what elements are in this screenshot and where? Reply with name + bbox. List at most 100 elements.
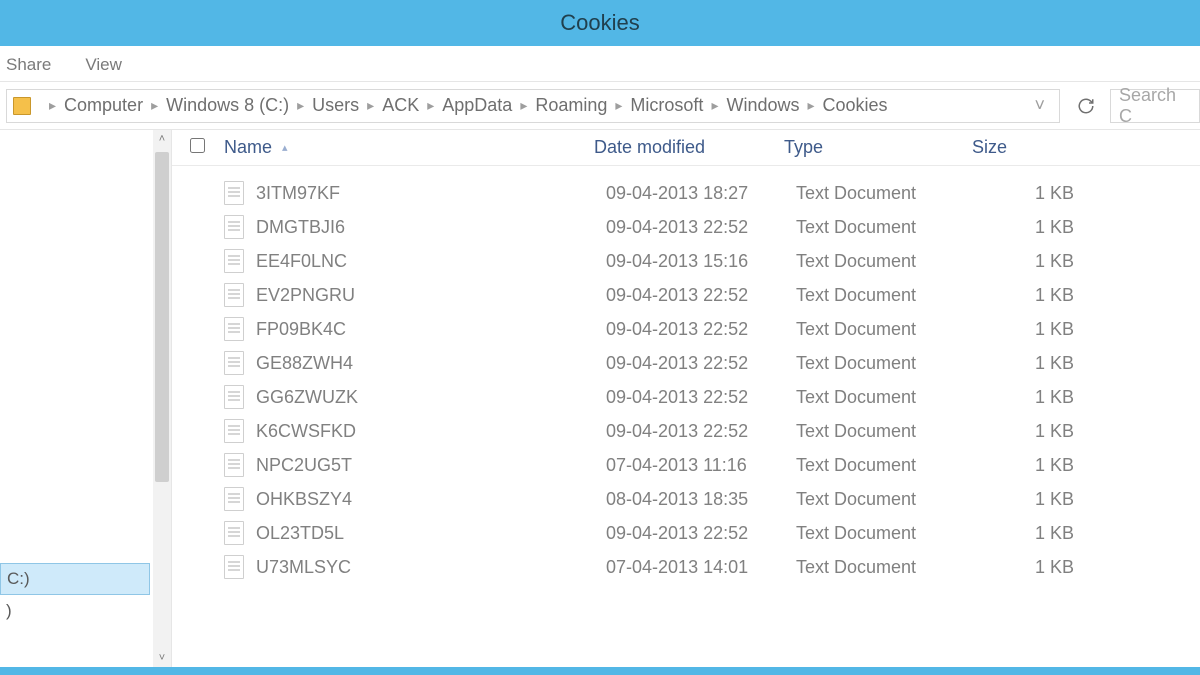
file-size: 1 KB xyxy=(984,183,1074,204)
folder-icon xyxy=(13,97,31,115)
chevron-right-icon[interactable]: ▸ xyxy=(367,97,374,114)
nav-item-label: C:) xyxy=(7,569,30,589)
text-file-icon xyxy=(224,555,244,579)
crumb-drive[interactable]: Windows 8 (C:) xyxy=(166,95,289,116)
text-file-icon xyxy=(224,419,244,443)
file-size: 1 KB xyxy=(984,489,1074,510)
file-type: Text Document xyxy=(796,489,984,510)
chevron-right-icon[interactable]: ▸ xyxy=(297,97,304,114)
file-size: 1 KB xyxy=(984,319,1074,340)
file-type: Text Document xyxy=(796,217,984,238)
file-row[interactable]: OHKBSZY408-04-2013 18:35Text Document1 K… xyxy=(172,482,1200,516)
file-type: Text Document xyxy=(796,319,984,340)
file-type: Text Document xyxy=(796,421,984,442)
refresh-icon xyxy=(1077,97,1095,115)
sort-asc-icon: ▴ xyxy=(282,141,288,154)
chevron-right-icon[interactable]: ▸ xyxy=(427,97,434,114)
column-header-date[interactable]: Date modified xyxy=(594,137,784,158)
ribbon-tabs: Share View xyxy=(0,46,1200,82)
body-area: C:) ) ˄ ˅ Name ▴ Date modified Type xyxy=(0,130,1200,667)
file-row[interactable]: GE88ZWH409-04-2013 22:52Text Document1 K… xyxy=(172,346,1200,380)
scroll-down-icon[interactable]: ˅ xyxy=(153,649,171,667)
file-type: Text Document xyxy=(796,251,984,272)
chevron-right-icon[interactable]: ▸ xyxy=(151,97,158,114)
file-date: 09-04-2013 22:52 xyxy=(606,421,796,442)
file-row[interactable]: GG6ZWUZK09-04-2013 22:52Text Document1 K… xyxy=(172,380,1200,414)
chevron-right-icon[interactable]: ▸ xyxy=(615,97,622,114)
chevron-right-icon[interactable]: ▸ xyxy=(711,97,718,114)
file-date: 09-04-2013 22:52 xyxy=(606,353,796,374)
text-file-icon xyxy=(224,317,244,341)
file-list[interactable]: 3ITM97KF09-04-2013 18:27Text Document1 K… xyxy=(172,166,1200,667)
crumb-ack[interactable]: ACK xyxy=(382,95,419,116)
file-name: GE88ZWH4 xyxy=(256,353,606,374)
file-row[interactable]: 3ITM97KF09-04-2013 18:27Text Document1 K… xyxy=(172,176,1200,210)
columns-header: Name ▴ Date modified Type Size xyxy=(172,130,1200,166)
file-row[interactable]: OL23TD5L09-04-2013 22:52Text Document1 K… xyxy=(172,516,1200,550)
text-file-icon xyxy=(224,249,244,273)
nav-scrollbar[interactable]: ˄ ˅ xyxy=(153,130,171,667)
ribbon-tab-share[interactable]: Share xyxy=(6,55,51,81)
crumb-roaming[interactable]: Roaming xyxy=(535,95,607,116)
column-header-name[interactable]: Name ▴ xyxy=(224,137,594,158)
ribbon-tab-view[interactable]: View xyxy=(85,55,122,81)
file-size: 1 KB xyxy=(984,421,1074,442)
chevron-right-icon[interactable]: ▸ xyxy=(520,97,527,114)
file-size: 1 KB xyxy=(984,455,1074,476)
crumb-microsoft[interactable]: Microsoft xyxy=(630,95,703,116)
file-type: Text Document xyxy=(796,387,984,408)
file-name: OL23TD5L xyxy=(256,523,606,544)
crumb-computer[interactable]: Computer xyxy=(64,95,143,116)
scroll-up-icon[interactable]: ˄ xyxy=(153,130,171,148)
file-date: 09-04-2013 22:52 xyxy=(606,285,796,306)
file-name: OHKBSZY4 xyxy=(256,489,606,510)
address-bar[interactable]: ▸ Computer ▸ Windows 8 (C:) ▸ Users ▸ AC… xyxy=(6,89,1060,123)
file-date: 09-04-2013 22:52 xyxy=(606,523,796,544)
navigation-pane[interactable]: C:) ) ˄ ˅ xyxy=(0,130,172,667)
file-row[interactable]: U73MLSYC07-04-2013 14:01Text Document1 K… xyxy=(172,550,1200,584)
file-row[interactable]: K6CWSFKD09-04-2013 22:52Text Document1 K… xyxy=(172,414,1200,448)
file-row[interactable]: FP09BK4C09-04-2013 22:52Text Document1 K… xyxy=(172,312,1200,346)
chevron-right-icon[interactable]: ▸ xyxy=(808,97,815,114)
content-pane: Name ▴ Date modified Type Size 3ITM97KF0… xyxy=(172,130,1200,667)
file-name: 3ITM97KF xyxy=(256,183,606,204)
file-name: EE4F0LNC xyxy=(256,251,606,272)
text-file-icon xyxy=(224,351,244,375)
file-name: U73MLSYC xyxy=(256,557,606,578)
file-size: 1 KB xyxy=(984,217,1074,238)
refresh-button[interactable] xyxy=(1070,90,1102,122)
search-placeholder: Search C xyxy=(1119,85,1191,127)
file-name: FP09BK4C xyxy=(256,319,606,340)
address-dropdown-icon[interactable]: ˅ xyxy=(1026,95,1053,116)
file-type: Text Document xyxy=(796,557,984,578)
crumb-appdata[interactable]: AppData xyxy=(442,95,512,116)
file-date: 09-04-2013 15:16 xyxy=(606,251,796,272)
column-header-size[interactable]: Size xyxy=(972,137,1092,158)
nav-item-drive[interactable]: C:) xyxy=(0,563,150,595)
column-checkbox[interactable] xyxy=(190,137,224,158)
text-file-icon xyxy=(224,521,244,545)
title-bar[interactable]: Cookies xyxy=(0,0,1200,46)
crumb-users[interactable]: Users xyxy=(312,95,359,116)
text-file-icon xyxy=(224,487,244,511)
select-all-checkbox[interactable] xyxy=(190,138,205,153)
text-file-icon xyxy=(224,215,244,239)
chevron-right-icon[interactable]: ▸ xyxy=(49,97,56,114)
file-row[interactable]: EE4F0LNC09-04-2013 15:16Text Document1 K… xyxy=(172,244,1200,278)
file-size: 1 KB xyxy=(984,353,1074,374)
file-row[interactable]: DMGTBJI609-04-2013 22:52Text Document1 K… xyxy=(172,210,1200,244)
file-size: 1 KB xyxy=(984,387,1074,408)
crumb-windows[interactable]: Windows xyxy=(726,95,799,116)
file-date: 09-04-2013 18:27 xyxy=(606,183,796,204)
file-type: Text Document xyxy=(796,353,984,374)
scroll-thumb[interactable] xyxy=(155,152,169,482)
file-type: Text Document xyxy=(796,523,984,544)
column-header-type[interactable]: Type xyxy=(784,137,972,158)
crumb-cookies[interactable]: Cookies xyxy=(823,95,888,116)
file-row[interactable]: EV2PNGRU09-04-2013 22:52Text Document1 K… xyxy=(172,278,1200,312)
text-file-icon xyxy=(224,283,244,307)
file-date: 09-04-2013 22:52 xyxy=(606,387,796,408)
nav-item-other[interactable]: ) xyxy=(0,595,150,627)
file-row[interactable]: NPC2UG5T07-04-2013 11:16Text Document1 K… xyxy=(172,448,1200,482)
search-input[interactable]: Search C xyxy=(1110,89,1200,123)
